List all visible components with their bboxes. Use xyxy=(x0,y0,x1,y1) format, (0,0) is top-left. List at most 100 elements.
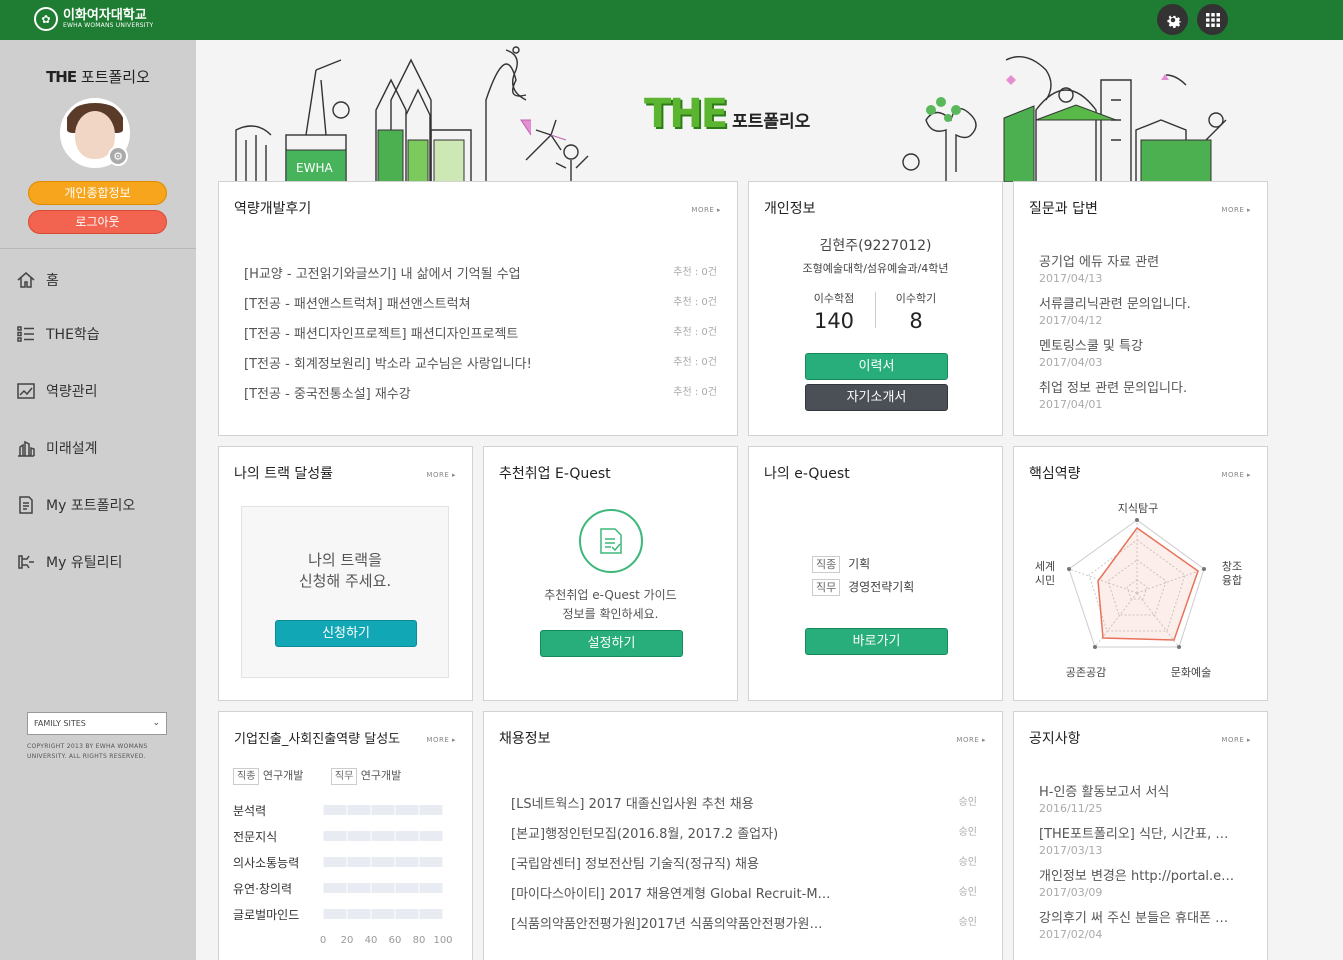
notice-date: 2017/03/09 xyxy=(1039,886,1103,899)
profile-title: 개인정보 xyxy=(764,201,816,217)
nav-my-utility[interactable]: My 유틸리티 xyxy=(16,552,122,572)
notice-text: 개인정보 변경은 http://portal.e… xyxy=(1039,869,1235,884)
self-intro-button[interactable]: 자기소개서 xyxy=(805,384,948,411)
job-status: 승인 xyxy=(958,797,977,808)
bar-track xyxy=(323,831,443,841)
jobs-more-link[interactable]: MORE ▸ xyxy=(956,736,986,744)
list-item[interactable]: 강의후기 써 주신 분들은 휴대폰 … 2017/02/04 xyxy=(1039,907,1245,941)
core-competency-card: 핵심역량 MORE ▸ 지식탐구 창조 융합 문화예술 공존공감 세계 시민 xyxy=(1013,446,1268,701)
notice-title: 공지사항 xyxy=(1029,731,1081,747)
career-tag1-value: 연구개발 xyxy=(262,769,304,782)
career-tag1: 직종 xyxy=(233,768,260,785)
equest-guide-line1: 추천취업 e-Quest 가이드 xyxy=(544,588,677,602)
profile-name: 김현주(9227012) xyxy=(819,238,932,254)
list-item[interactable]: [T전공 - 회계정보원리] 박소라 교수님은 사랑입니다! 추천 : 0건 xyxy=(244,353,717,383)
track-title: 나의 트랙 달성률 xyxy=(234,466,334,482)
nav-future[interactable]: 미래설계 xyxy=(16,438,98,458)
credits-value: 140 xyxy=(813,309,855,333)
review-text: [T전공 - 회계정보원리] 박소라 교수님은 사랑입니다! xyxy=(244,357,532,372)
radar-chart xyxy=(1067,518,1206,649)
career-title: 기업진출_사회진출역량 달성도 xyxy=(234,732,401,747)
x-tick-label: 80 xyxy=(413,935,426,946)
job-type-tag: 직종 xyxy=(812,556,841,573)
reviews-card: 역량개발후기 MORE ▸ [H교양 - 고전읽기와글쓰기] 내 삶에서 기억될… xyxy=(218,181,738,436)
apps-button[interactable] xyxy=(1197,4,1228,35)
qa-question: 취업 정보 관련 문의입니다. xyxy=(1039,381,1188,396)
review-text: [T전공 - 패션앤스트럭쳐] 패션앤스트럭쳐 xyxy=(244,297,471,312)
notice-more-link[interactable]: MORE ▸ xyxy=(1221,736,1251,744)
list-item[interactable]: [국립암센터] 정보전산팀 기술직(정규직) 채용 승인 xyxy=(511,853,977,883)
go-button[interactable]: 바로가기 xyxy=(805,628,948,655)
avatar-settings-icon[interactable]: ⚙ xyxy=(108,146,128,166)
reviews-more-link[interactable]: MORE ▸ xyxy=(691,206,721,214)
bar-track xyxy=(323,857,443,867)
qa-question: 멘토링스쿨 및 특강 xyxy=(1039,339,1143,354)
resume-button[interactable]: 이력서 xyxy=(805,353,948,380)
list-item[interactable]: 멘토링스쿨 및 특강 2017/04/03 xyxy=(1039,335,1245,369)
apply-track-button[interactable]: 신청하기 xyxy=(275,620,417,647)
qa-question: 서류클리닉관련 문의입니다. xyxy=(1039,297,1191,312)
review-text: [T전공 - 중국전통소설] 재수강 xyxy=(244,387,411,402)
review-recommend-count: 추천 : 0건 xyxy=(673,327,717,338)
radar-axis-label: 창조 융합 xyxy=(1221,560,1243,587)
nav-competency[interactable]: 역량관리 xyxy=(16,381,98,401)
job-role-value: 경영전략기획 xyxy=(848,580,915,594)
review-recommend-count: 추천 : 0건 xyxy=(673,297,717,308)
jobs-card: 채용정보 MORE ▸ [LS네트웍스] 2017 대졸신입사원 추천 채용 승인… xyxy=(483,711,1003,960)
list-item[interactable]: 개인정보 변경은 http://portal.e… 2017/03/09 xyxy=(1039,865,1245,899)
qa-more-link[interactable]: MORE ▸ xyxy=(1221,206,1251,214)
list-item[interactable]: [본교]행정인턴모집(2016.8월, 2017.2 졸업자) 승인 xyxy=(511,823,977,853)
logout-button[interactable]: 로그아웃 xyxy=(28,210,167,234)
review-text: [T전공 - 패션디자인프로젝트] 패션디자인프로젝트 xyxy=(244,327,519,342)
copyright-text: COPYRIGHT 2013 BY EWHA WOMANS UNIVERSITY… xyxy=(27,743,148,760)
x-tick-label: 60 xyxy=(389,935,402,946)
semesters-value: 8 xyxy=(909,309,923,333)
notice-card: 공지사항 MORE ▸ H-인증 활동보고서 서식 2016/11/25 [THE… xyxy=(1013,711,1268,960)
track-more-link[interactable]: MORE ▸ xyxy=(426,471,456,479)
job-text: [마이다스아이티] 2017 채용연계형 Global Recruit-M… xyxy=(511,887,831,902)
list-item[interactable]: [T전공 - 중국전통소설] 재수강 추천 : 0건 xyxy=(244,383,717,413)
qa-list: 공기업 에듀 자료 관련 2017/04/13 서류클리닉관련 문의입니다. 201… xyxy=(1039,251,1245,419)
list-item[interactable]: [THE포트폴리오] 식단, 시간표, … 2017/03/13 xyxy=(1039,823,1245,857)
list-item[interactable]: [LS네트웍스] 2017 대졸신입사원 추천 채용 승인 xyxy=(511,793,977,823)
nav-home[interactable]: 홈 xyxy=(16,270,59,290)
list-item[interactable]: [T전공 - 패션디자인프로젝트] 패션디자인프로젝트 추천 : 0건 xyxy=(244,323,717,353)
list-item[interactable]: [H교양 - 고전읽기와글쓰기] 내 삶에서 기억될 수업 추천 : 0건 xyxy=(244,263,717,293)
university-logo[interactable]: ✿ 이화여자대학교 EWHA WOMANS UNIVERSITY xyxy=(34,7,153,31)
notice-date: 2017/03/13 xyxy=(1039,844,1103,857)
banner-title: THE 포트폴리오 xyxy=(644,94,810,134)
list-item[interactable]: 서류클리닉관련 문의입니다. 2017/04/12 xyxy=(1039,293,1245,327)
list-item[interactable]: [T전공 - 패션앤스트럭쳐] 패션앤스트럭쳐 추천 : 0건 xyxy=(244,293,717,323)
equest-guide-line2: 정보를 확인하세요. xyxy=(562,607,659,621)
settings-button[interactable] xyxy=(1157,4,1188,35)
nav-the-learning[interactable]: THE학습 xyxy=(16,324,100,344)
career-card: 기업진출_사회진출역량 달성도 MORE ▸ 직종 연구개발 직무 연구개발 분… xyxy=(218,711,473,960)
bar-track xyxy=(323,805,443,815)
track-message-line1: 나의 트랙을 xyxy=(308,551,382,569)
core-more-link[interactable]: MORE ▸ xyxy=(1221,471,1251,479)
list-item[interactable]: [마이다스아이티] 2017 채용연계형 Global Recruit-M… 승인 xyxy=(511,883,977,913)
bar-track xyxy=(323,883,443,893)
family-sites-select[interactable]: FAMILY SITES ⌄ xyxy=(27,712,167,735)
setup-button[interactable]: 설정하기 xyxy=(540,630,683,657)
reviews-list: [H교양 - 고전읽기와글쓰기] 내 삶에서 기억될 수업 추천 : 0건 [T전… xyxy=(244,263,717,413)
list-item[interactable]: 공기업 에듀 자료 관련 2017/04/13 xyxy=(1039,251,1245,285)
list-item[interactable]: H-인증 활동보고서 서식 2016/11/25 xyxy=(1039,781,1245,815)
personal-info-button[interactable]: 개인종합정보 xyxy=(28,181,167,205)
banner-building-label: EWHA xyxy=(296,161,333,175)
career-tag2-value: 연구개발 xyxy=(360,769,402,782)
career-more-link[interactable]: MORE ▸ xyxy=(426,736,456,744)
qa-card: 질문과 답변 MORE ▸ 공기업 에듀 자료 관련 2017/04/13 서류클… xyxy=(1013,181,1268,436)
notice-date: 2017/02/04 xyxy=(1039,928,1103,941)
top-bar: ✿ 이화여자대학교 EWHA WOMANS UNIVERSITY xyxy=(0,0,1343,40)
career-tags: 직종 연구개발 직무 연구개발 xyxy=(233,767,401,785)
nav-my-portfolio[interactable]: My 포트폴리오 xyxy=(16,495,135,515)
x-tick-label: 100 xyxy=(433,935,452,946)
list-item[interactable]: 취업 정보 관련 문의입니다. 2017/04/01 xyxy=(1039,377,1245,411)
banner-title-portfolio: 포트폴리오 xyxy=(732,112,811,132)
track-message: 나의 트랙을 신청해 주세요. xyxy=(242,550,448,592)
radar-axis-label: 공존공감 xyxy=(1065,666,1107,679)
competency-bar-chart: 분석력전문지식의사소통능력유연·창의력글로벌마인드 0 20 40 60 80 100 xyxy=(233,801,453,946)
review-text: [H교양 - 고전읽기와글쓰기] 내 삶에서 기억될 수업 xyxy=(244,267,521,282)
list-item[interactable]: [식품의약품안전평가원]2017년 식품의약품안전평가원… 승인 xyxy=(511,913,977,943)
